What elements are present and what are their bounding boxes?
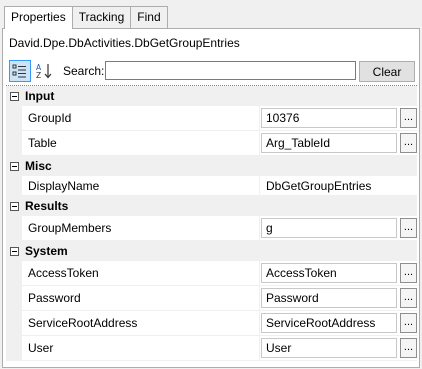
categorized-button[interactable] — [9, 60, 31, 82]
property-row-groupmembers[interactable]: GroupMembers g ... — [6, 216, 417, 241]
tab-strip: Properties Tracking Find — [4, 6, 168, 29]
category-label: System — [25, 244, 68, 258]
ellipsis-button[interactable]: ... — [400, 338, 417, 358]
tab-properties[interactable]: Properties — [4, 6, 73, 29]
property-row-table[interactable]: Table Arg_TableId ... — [6, 131, 417, 156]
property-name: Table — [22, 131, 260, 156]
collapse-icon[interactable] — [10, 161, 19, 171]
property-grid: Input GroupId 10376 ... Table Arg_TableI… — [6, 85, 417, 367]
property-value-field[interactable]: AccessToken — [261, 263, 397, 283]
property-panel: David.Dpe.DbActivities.DbGetGroupEntries… — [2, 28, 420, 368]
clear-button[interactable]: Clear — [359, 61, 415, 82]
property-row-groupid[interactable]: GroupId 10376 ... — [6, 106, 417, 131]
property-row-serviceroot[interactable]: ServiceRootAddress ServiceRootAddress ..… — [6, 311, 417, 336]
property-value-field[interactable]: 10376 — [261, 108, 397, 128]
property-row-user[interactable]: User User ... — [6, 336, 417, 361]
svg-text:Z: Z — [36, 71, 41, 80]
property-value-field[interactable]: Arg_TableId — [261, 133, 397, 153]
property-name: Password — [22, 286, 260, 311]
property-value-field[interactable]: User — [261, 338, 397, 358]
search-label: Search: — [63, 64, 105, 78]
ellipsis-button[interactable]: ... — [400, 263, 417, 283]
selected-object-title: David.Dpe.DbActivities.DbGetGroupEntries — [9, 36, 240, 50]
category-label: Misc — [25, 159, 52, 173]
ellipsis-button[interactable]: ... — [400, 133, 417, 153]
ellipsis-button[interactable]: ... — [400, 108, 417, 128]
tab-tracking[interactable]: Tracking — [71, 6, 132, 28]
tab-find[interactable]: Find — [130, 6, 168, 28]
property-row-displayname[interactable]: DisplayName DbGetGroupEntries — [6, 176, 417, 196]
property-name: GroupId — [22, 106, 260, 131]
property-value-field[interactable]: g — [261, 218, 397, 238]
property-row-accesstoken[interactable]: AccessToken AccessToken ... — [6, 261, 417, 286]
property-value-text[interactable]: DbGetGroupEntries — [260, 179, 371, 193]
property-name: User — [22, 336, 260, 361]
category-misc[interactable]: Misc — [6, 156, 417, 176]
property-name: GroupMembers — [22, 216, 260, 241]
property-value-field[interactable]: Password — [261, 288, 397, 308]
category-system[interactable]: System — [6, 241, 417, 261]
search-input[interactable] — [105, 61, 356, 80]
categorized-icon — [12, 64, 26, 78]
sort-az-icon: A Z — [36, 63, 52, 80]
property-row-password[interactable]: Password Password ... — [6, 286, 417, 311]
ellipsis-button[interactable]: ... — [400, 218, 417, 238]
category-input[interactable]: Input — [6, 86, 417, 106]
property-name: ServiceRootAddress — [22, 311, 260, 336]
property-name: DisplayName — [22, 176, 260, 196]
collapse-icon[interactable] — [10, 91, 19, 101]
collapse-icon[interactable] — [10, 246, 19, 256]
property-name: AccessToken — [22, 261, 260, 286]
ellipsis-button[interactable]: ... — [400, 313, 417, 333]
category-label: Input — [25, 89, 55, 103]
alphabetical-button[interactable]: A Z — [33, 60, 55, 82]
category-results[interactable]: Results — [6, 196, 417, 216]
property-toolbar: A Z Search: Clear — [7, 59, 417, 85]
collapse-icon[interactable] — [10, 201, 19, 211]
property-value-field[interactable]: ServiceRootAddress — [261, 313, 397, 333]
ellipsis-button[interactable]: ... — [400, 288, 417, 308]
category-label: Results — [25, 199, 69, 213]
